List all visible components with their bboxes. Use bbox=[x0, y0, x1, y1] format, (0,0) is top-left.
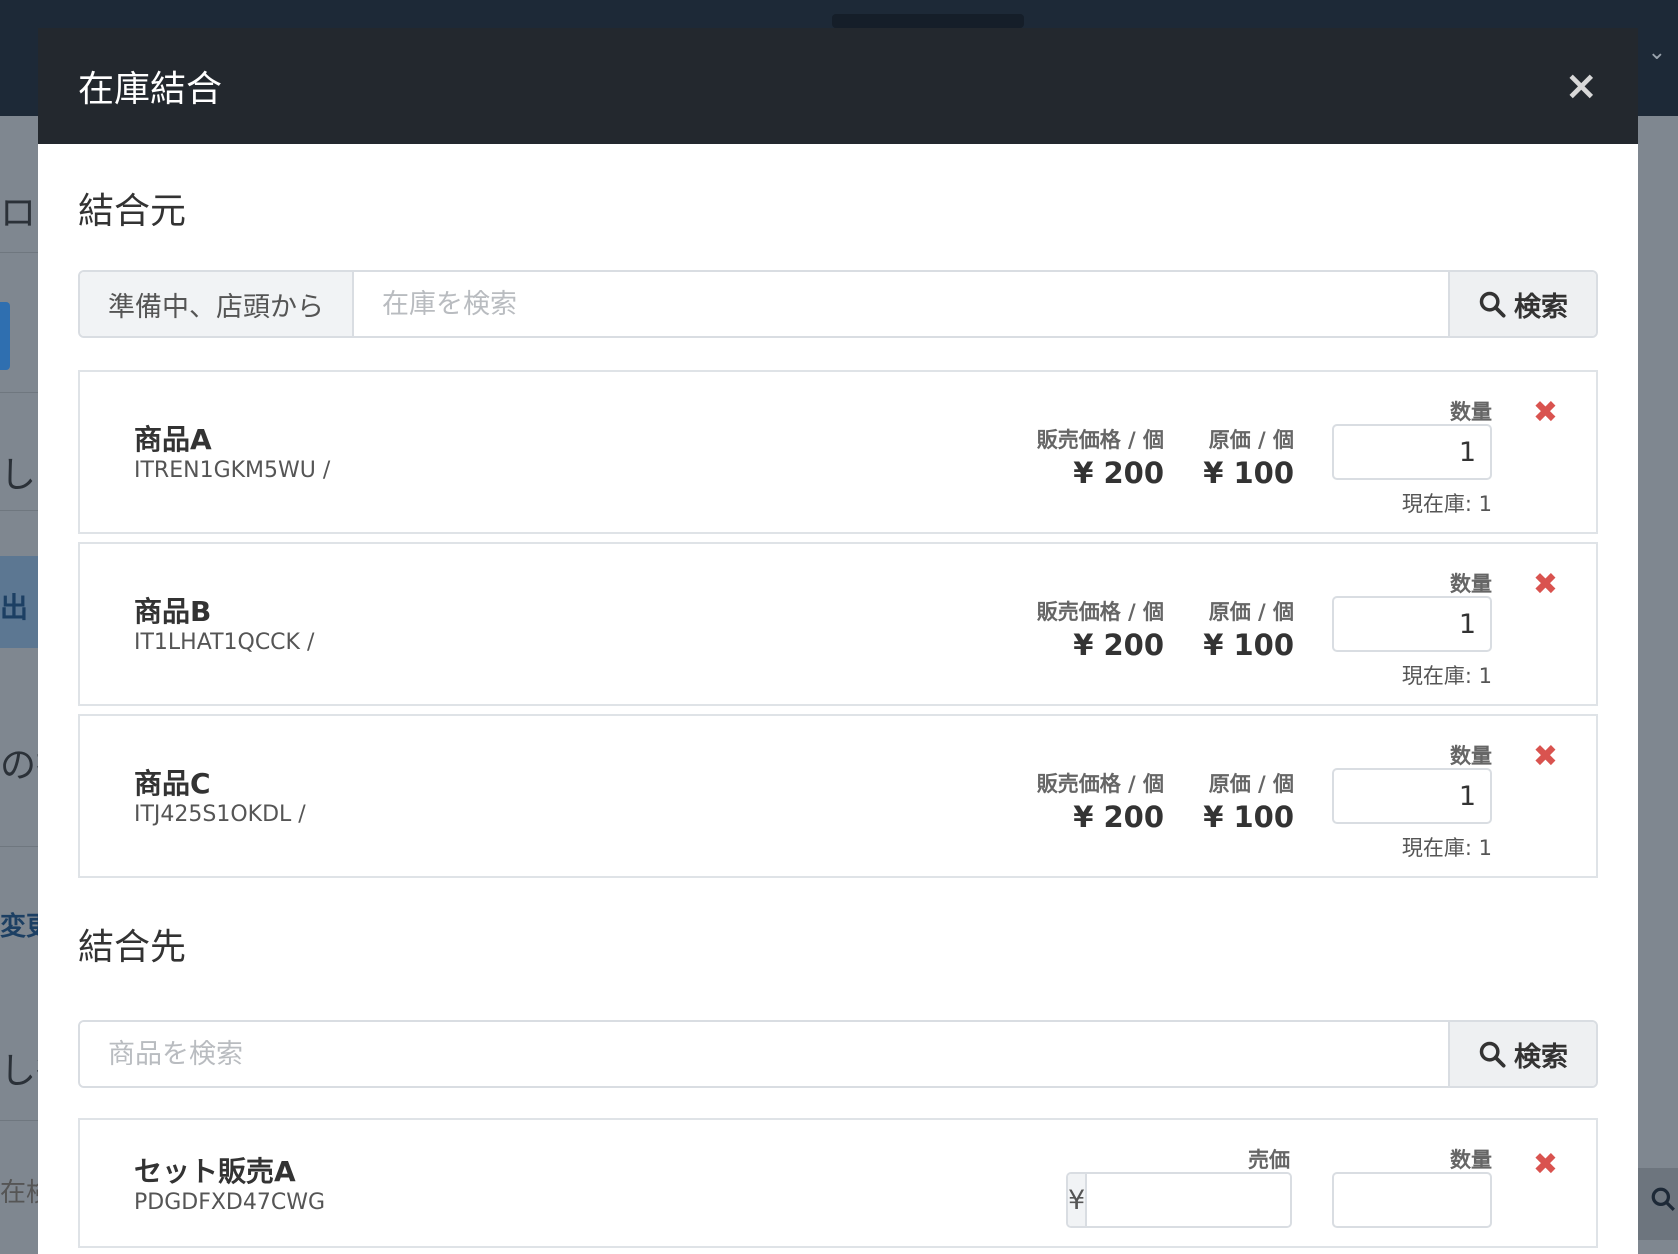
cost-price-label: 原価 / 個 bbox=[1208, 428, 1294, 452]
sale-price-label: 販売価格 / 個 bbox=[1036, 600, 1164, 624]
product-search-button[interactable]: 検索 bbox=[1448, 1022, 1596, 1086]
destination-search-group: 検索 bbox=[78, 1020, 1598, 1088]
item-name: 商品C bbox=[134, 767, 211, 800]
sale-price-value: ¥ 200 bbox=[1073, 800, 1164, 834]
modal-body: 結合元 準備中、店頭から 検索 商品A ITREN1GKM5WU / 販売価格 … bbox=[38, 182, 1638, 1248]
quantity-label: 数量 bbox=[1450, 744, 1492, 768]
sale-price: 販売価格 / 個 ¥ 200 bbox=[1037, 768, 1164, 834]
remove-icon[interactable]: ✖ bbox=[1533, 1150, 1558, 1180]
list-item: 商品B IT1LHAT1QCCK / 販売価格 / 個 ¥ 200 原価 / 個… bbox=[78, 542, 1598, 706]
background-divider bbox=[0, 392, 40, 393]
cost-price: 原価 / 個 ¥ 100 bbox=[1203, 596, 1294, 662]
status-filter-label[interactable]: 準備中、店頭から bbox=[80, 272, 354, 336]
stock-merge-modal: 在庫結合 × 結合元 準備中、店頭から 検索 商品A ITREN1GKM5WU … bbox=[38, 28, 1638, 1254]
quantity-input[interactable] bbox=[1332, 768, 1492, 824]
list-item: 商品C ITJ425S1OKDL / 販売価格 / 個 ¥ 200 原価 / 個… bbox=[78, 714, 1598, 878]
remove-icon[interactable]: ✖ bbox=[1533, 398, 1558, 428]
background-text: の操 bbox=[0, 745, 38, 786]
quantity-input[interactable] bbox=[1332, 424, 1492, 480]
close-icon[interactable]: × bbox=[1564, 66, 1598, 106]
destination-item: セット販売A PDGDFXD47CWG 売価 ¥ 数量 ✖ bbox=[78, 1118, 1598, 1248]
current-stock: 現在庫: 1 bbox=[1401, 492, 1492, 516]
search-button-label: 検索 bbox=[1514, 1041, 1568, 1073]
background-text: ログ bbox=[0, 193, 38, 234]
item-code: ITJ425S1OKDL / bbox=[134, 802, 306, 827]
item-name: 商品B bbox=[134, 595, 212, 628]
item-name: セット販売A bbox=[134, 1155, 296, 1188]
background-highlight: 出 bbox=[0, 556, 38, 648]
cost-price-label: 原価 / 個 bbox=[1208, 772, 1294, 796]
search-icon bbox=[1479, 291, 1506, 318]
source-item-list: 商品A ITREN1GKM5WU / 販売価格 / 個 ¥ 200 原価 / 個… bbox=[78, 370, 1598, 878]
item-code: ITREN1GKM5WU / bbox=[134, 458, 331, 483]
modal-title: 在庫結合 bbox=[78, 69, 223, 110]
sale-price-value: ¥ 200 bbox=[1073, 628, 1164, 662]
currency-addon: ¥ bbox=[1068, 1174, 1088, 1226]
sell-price-label: 売価 bbox=[1248, 1148, 1290, 1172]
cost-price-value: ¥ 100 bbox=[1203, 456, 1294, 490]
quantity-input[interactable] bbox=[1332, 1172, 1492, 1228]
modal-header: 在庫結合 × bbox=[38, 28, 1638, 144]
background-search-icon bbox=[1638, 1168, 1678, 1240]
stock-search-input[interactable] bbox=[354, 272, 1448, 336]
current-stock: 現在庫: 1 bbox=[1401, 664, 1492, 688]
background-link: 変更 bbox=[0, 912, 38, 942]
search-button-label: 検索 bbox=[1514, 291, 1568, 323]
sell-price-input[interactable] bbox=[1087, 1174, 1290, 1226]
sale-price-value: ¥ 200 bbox=[1073, 456, 1164, 490]
sale-price-label: 販売価格 / 個 bbox=[1036, 428, 1164, 452]
search-icon bbox=[1479, 1041, 1506, 1068]
background-divider bbox=[0, 1120, 40, 1121]
source-search-group: 準備中、店頭から 検索 bbox=[78, 270, 1598, 338]
item-name: 商品A bbox=[134, 423, 212, 456]
background-text: し待 bbox=[0, 1051, 38, 1092]
background-button bbox=[0, 302, 10, 370]
quantity-label: 数量 bbox=[1450, 400, 1492, 424]
background-text: し開 bbox=[0, 455, 38, 496]
quantity-input[interactable] bbox=[1332, 596, 1492, 652]
cost-price-value: ¥ 100 bbox=[1203, 628, 1294, 662]
remove-icon[interactable]: ✖ bbox=[1533, 742, 1558, 772]
search-icon bbox=[1651, 1187, 1675, 1211]
list-item: 商品A ITREN1GKM5WU / 販売価格 / 個 ¥ 200 原価 / 個… bbox=[78, 370, 1598, 534]
cost-price: 原価 / 個 ¥ 100 bbox=[1203, 768, 1294, 834]
cost-price-label: 原価 / 個 bbox=[1208, 600, 1294, 624]
current-stock: 現在庫: 1 bbox=[1401, 836, 1492, 860]
item-code: IT1LHAT1QCCK / bbox=[134, 630, 315, 655]
cost-price: 原価 / 個 ¥ 100 bbox=[1203, 424, 1294, 490]
chevron-down-icon: ⌄ bbox=[1647, 40, 1666, 65]
sale-price: 販売価格 / 個 ¥ 200 bbox=[1037, 596, 1164, 662]
background-tab-notch bbox=[832, 14, 1024, 28]
background-text: 在検 bbox=[0, 1178, 38, 1208]
background-divider bbox=[0, 846, 40, 847]
product-search-input[interactable] bbox=[80, 1022, 1448, 1086]
sale-price-label: 販売価格 / 個 bbox=[1036, 772, 1164, 796]
sell-price-group: ¥ bbox=[1066, 1172, 1292, 1228]
background-divider bbox=[0, 252, 40, 253]
background-divider bbox=[0, 510, 40, 511]
quantity-label: 数量 bbox=[1450, 1148, 1492, 1172]
sale-price: 販売価格 / 個 ¥ 200 bbox=[1037, 424, 1164, 490]
remove-icon[interactable]: ✖ bbox=[1533, 570, 1558, 600]
stock-search-button[interactable]: 検索 bbox=[1448, 272, 1596, 336]
cost-price-value: ¥ 100 bbox=[1203, 800, 1294, 834]
quantity-label: 数量 bbox=[1450, 572, 1492, 596]
item-code: PDGDFXD47CWG bbox=[134, 1190, 326, 1215]
destination-section-title: 結合先 bbox=[78, 927, 187, 968]
source-section-title: 結合元 bbox=[78, 191, 187, 232]
